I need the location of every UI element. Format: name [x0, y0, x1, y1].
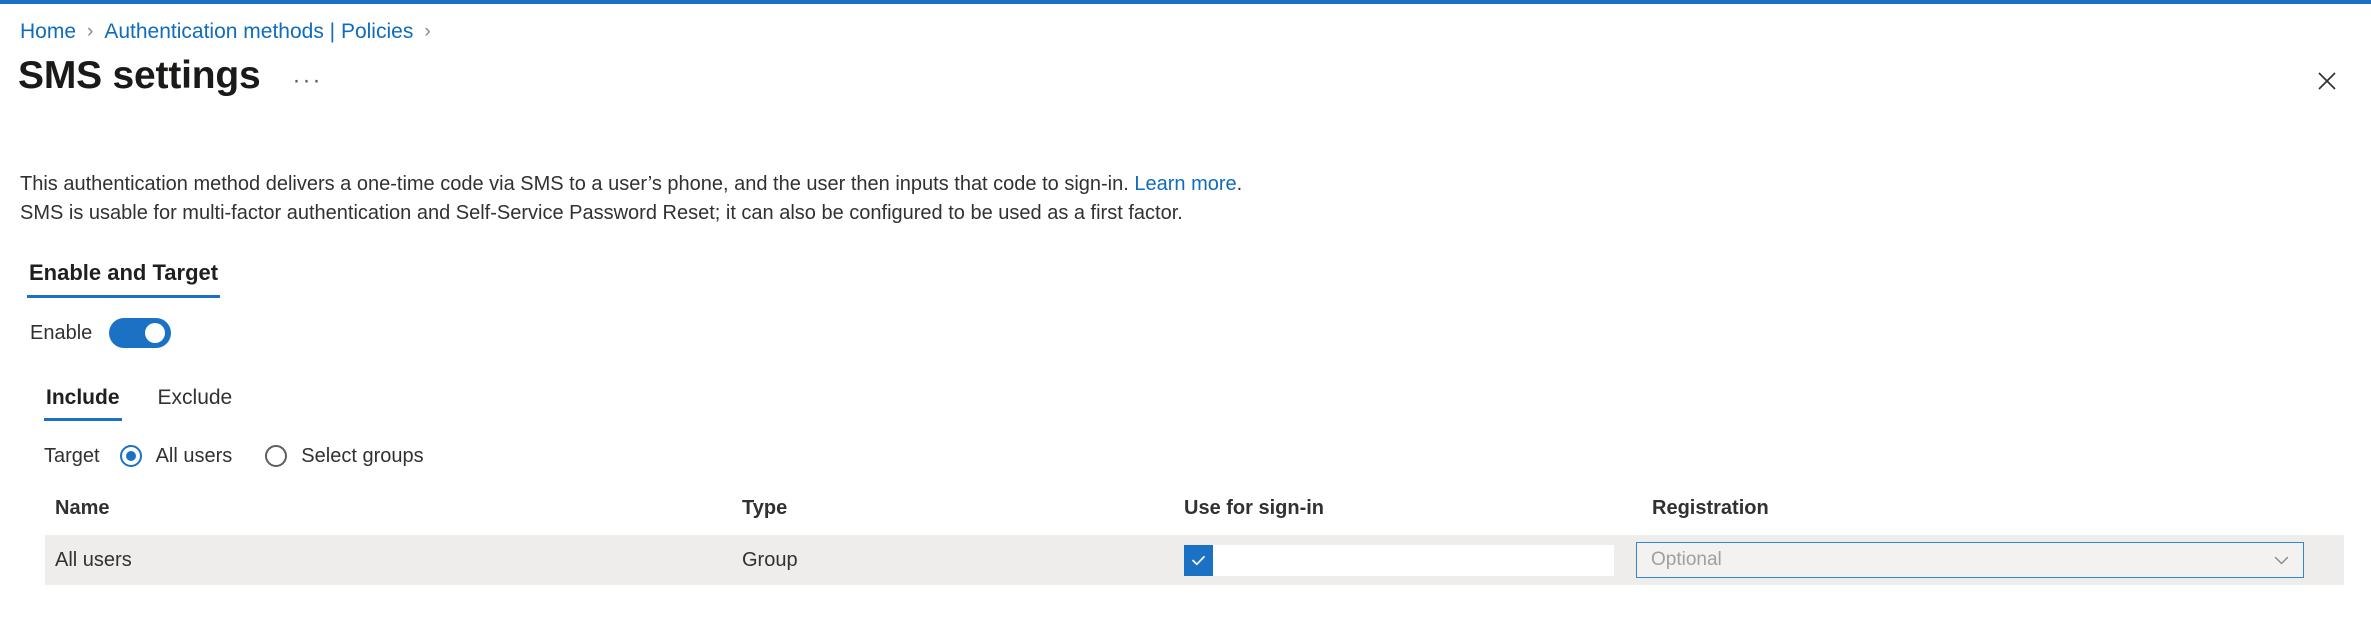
cell-name: All users — [55, 549, 132, 571]
tab-enable-and-target[interactable]: Enable and Target — [27, 255, 221, 298]
column-header-name: Name — [55, 497, 110, 519]
column-header-registration: Registration — [1652, 497, 1769, 519]
close-icon — [2317, 71, 2337, 91]
pivot-primary: Enable and Target — [27, 255, 221, 298]
enable-row: Enable — [30, 318, 172, 348]
radio-icon — [265, 445, 288, 467]
description-text: This authentication method delivers a on… — [20, 170, 1242, 228]
enable-toggle[interactable] — [109, 318, 172, 348]
target-label: Target — [44, 445, 100, 467]
breadcrumb-item-authentication-methods-policies[interactable]: Authentication methods | Policies — [104, 18, 413, 46]
breadcrumb-separator-icon: › — [87, 21, 94, 42]
chevron-down-icon — [2272, 551, 2291, 570]
toggle-knob — [145, 323, 166, 343]
more-actions-button[interactable]: ··· — [286, 68, 328, 94]
description-line-1-text: This authentication method delivers a on… — [20, 173, 1135, 195]
learn-more-link[interactable]: Learn more — [1134, 173, 1236, 195]
close-button[interactable] — [2309, 63, 2345, 99]
registration-placeholder: Optional — [1651, 549, 1722, 570]
description-line-1: This authentication method delivers a on… — [20, 170, 1242, 199]
target-table: Name Type Use for sign-in Registration A… — [45, 495, 2344, 585]
page-title: SMS settings — [18, 54, 261, 97]
pivot-secondary: Include Exclude — [44, 380, 234, 421]
enable-label: Enable — [30, 322, 93, 344]
radio-all-users[interactable]: All users — [119, 443, 233, 469]
description-line-2: SMS is usable for multi-factor authentic… — [20, 202, 1183, 224]
registration-dropdown[interactable]: Optional — [1636, 542, 2304, 578]
radio-icon — [119, 445, 142, 467]
column-header-type: Type — [742, 497, 788, 519]
breadcrumb: Home › Authentication methods | Policies… — [20, 18, 442, 46]
tab-include[interactable]: Include — [44, 380, 122, 421]
column-header-use-for-sign-in: Use for sign-in — [1184, 497, 1325, 519]
table-row[interactable]: All users Group Optional — [45, 535, 2344, 585]
tab-exclude[interactable]: Exclude — [156, 380, 235, 421]
sign-in-field — [1184, 544, 1614, 576]
title-row: SMS settings ··· — [18, 52, 328, 100]
description-line-1-suffix: . — [1236, 173, 1243, 195]
cell-type: Group — [742, 549, 798, 571]
radio-select-groups-label: Select groups — [301, 445, 424, 467]
cell-use-for-sign-in — [1160, 544, 1614, 576]
target-row: Target All users Select groups — [44, 443, 457, 469]
radio-select-groups[interactable]: Select groups — [265, 443, 424, 469]
table-header: Name Type Use for sign-in Registration — [45, 495, 2344, 535]
breadcrumb-separator-icon: › — [424, 21, 431, 42]
cell-registration: Optional — [1614, 542, 2304, 578]
radio-all-users-label: All users — [155, 445, 233, 467]
checkmark-icon — [1190, 552, 1207, 569]
top-accent-bar — [0, 0, 2371, 4]
use-for-sign-in-checkbox[interactable] — [1184, 544, 1213, 576]
breadcrumb-item-home[interactable]: Home — [20, 18, 76, 46]
